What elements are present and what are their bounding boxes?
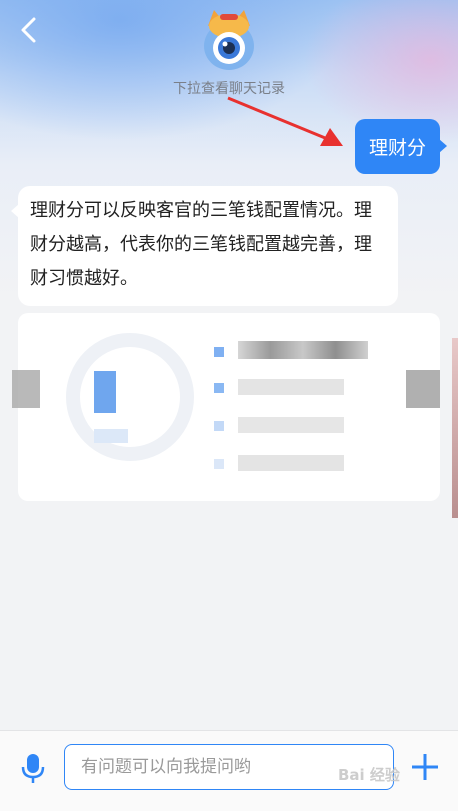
mascot-avatar-icon bbox=[204, 10, 254, 70]
back-chevron-icon bbox=[21, 17, 36, 43]
legend-dot bbox=[214, 459, 224, 469]
legend-text bbox=[238, 379, 344, 395]
legend-text bbox=[238, 341, 368, 359]
pull-history-hint[interactable]: 下拉查看聊天记录 bbox=[0, 78, 458, 98]
plus-icon[interactable] bbox=[410, 752, 440, 782]
score-ring bbox=[66, 333, 194, 461]
back-button[interactable] bbox=[10, 12, 46, 48]
bot-message-bubble: 理财分可以反映客官的三笔钱配置情况。理财分越高，代表你的三笔钱配置越完善，理财习… bbox=[11, 186, 398, 306]
watermark: Bai 经验 bbox=[338, 766, 400, 784]
legend-text bbox=[238, 455, 344, 471]
legend-text bbox=[238, 417, 344, 433]
score-marker bbox=[94, 371, 116, 413]
legend-dot bbox=[214, 421, 224, 431]
score-label bbox=[94, 429, 128, 443]
legend-dot bbox=[214, 383, 224, 393]
user-message-bubble[interactable]: 理财分 bbox=[354, 119, 448, 174]
carousel-prev-icon[interactable] bbox=[12, 370, 40, 408]
next-card-edge bbox=[452, 338, 458, 518]
microphone-icon[interactable] bbox=[20, 752, 46, 784]
finance-score-card[interactable] bbox=[18, 313, 440, 501]
carousel-next-icon[interactable] bbox=[406, 370, 440, 408]
legend-dot bbox=[214, 347, 224, 357]
